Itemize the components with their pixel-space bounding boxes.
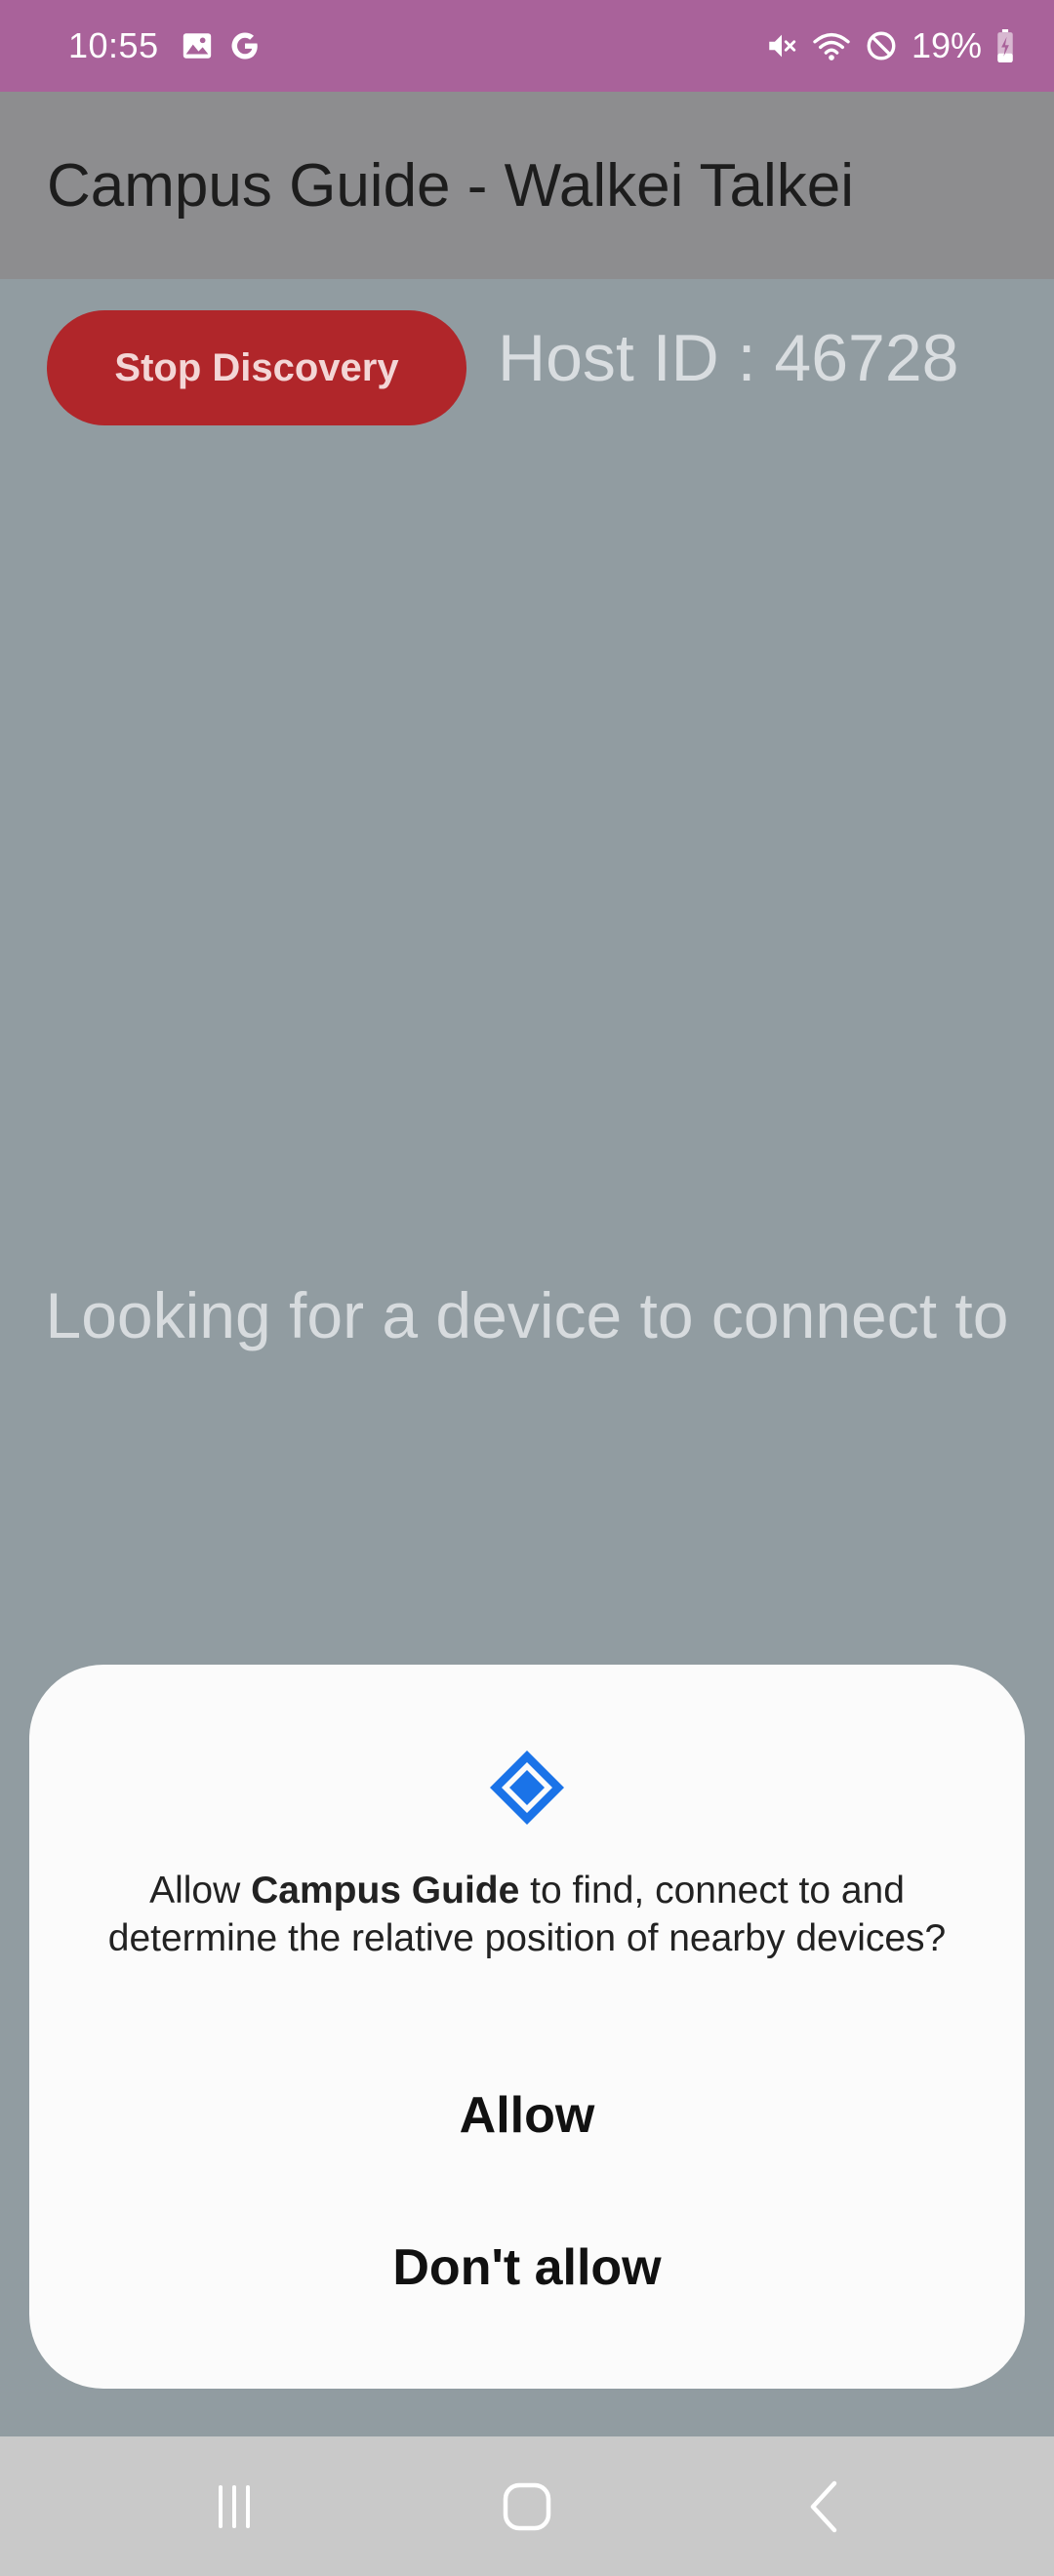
host-id-label: Host ID : 46728 <box>498 321 959 395</box>
dont-allow-button[interactable]: Don't allow <box>29 2214 1025 2321</box>
mute-icon <box>765 29 798 62</box>
status-right-icons: 19% <box>765 25 1015 66</box>
status-time: 10:55 <box>68 25 159 65</box>
battery-charging-icon <box>995 29 1015 62</box>
dialog-app-name: Campus Guide <box>251 1870 520 1912</box>
wifi-icon <box>812 29 851 62</box>
status-bar: 10:55 19% <box>0 0 1054 92</box>
battery-percent: 19% <box>911 25 982 65</box>
back-icon[interactable] <box>786 2468 864 2546</box>
nearby-devices-icon <box>486 1747 568 1829</box>
dialog-message-prefix: Allow <box>149 1870 252 1912</box>
discovery-status-message: Looking for a device to connect to <box>45 1279 1009 1351</box>
home-icon[interactable] <box>488 2468 566 2546</box>
app-title: Campus Guide - Walkei Talkei <box>47 151 854 220</box>
gallery-icon <box>181 29 214 62</box>
google-icon <box>227 28 263 63</box>
do-not-disturb-icon <box>865 29 898 62</box>
dialog-message: Allow Campus Guide to find, connect to a… <box>107 1867 947 1962</box>
stop-discovery-button[interactable]: Stop Discovery <box>47 310 466 425</box>
permission-dialog: Allow Campus Guide to find, connect to a… <box>29 1665 1025 2389</box>
app-bar: Campus Guide - Walkei Talkei <box>0 92 1054 279</box>
status-left-icons <box>181 28 263 63</box>
navigation-bar <box>0 2436 1054 2576</box>
recents-icon[interactable] <box>195 2468 273 2546</box>
allow-button[interactable]: Allow <box>29 2062 1025 2169</box>
